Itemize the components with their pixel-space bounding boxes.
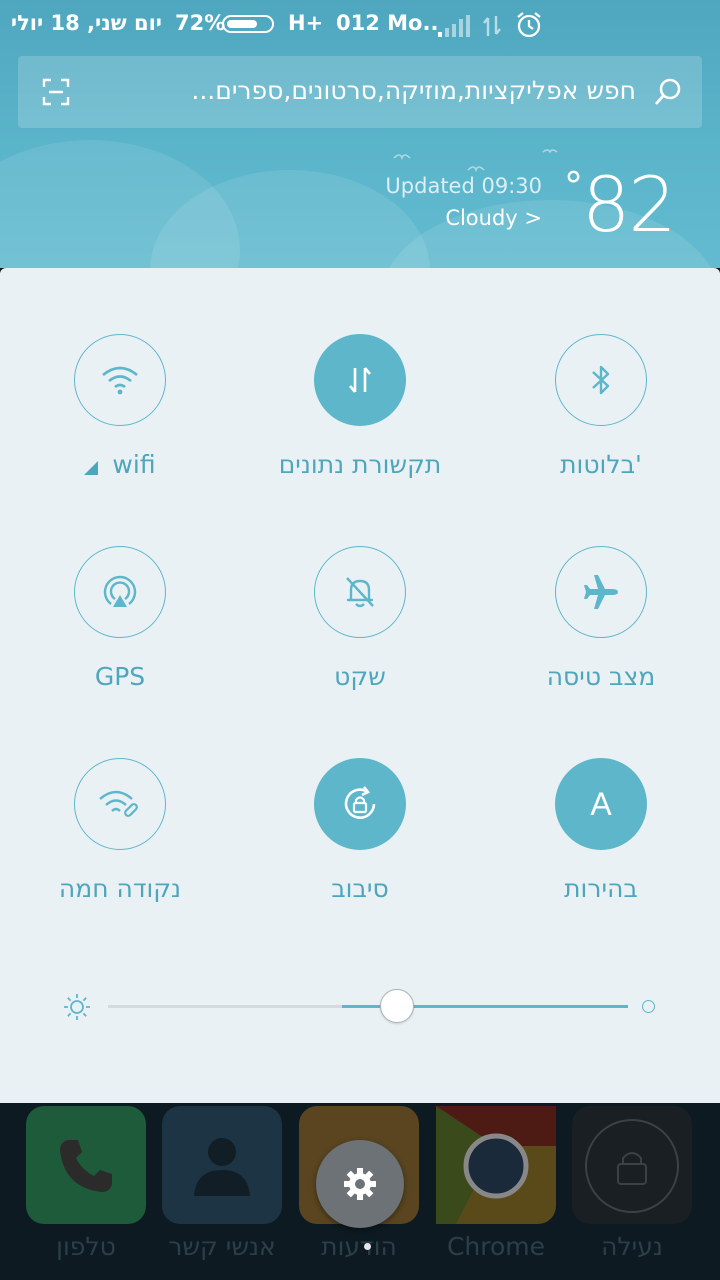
dock-label: אנשי קשר <box>168 1232 276 1261</box>
hotspot-toggle[interactable] <box>74 758 166 850</box>
auto-brightness-toggle[interactable]: A <box>555 758 647 850</box>
airplane-toggle[interactable] <box>555 546 647 638</box>
data-transfer-icon <box>349 367 371 393</box>
weather-condition[interactable]: Cloudy > <box>445 206 542 230</box>
airplane-icon <box>584 575 618 609</box>
auto-brightness-icon: A <box>590 785 612 822</box>
chrome-icon <box>436 1106 556 1224</box>
rotation-lock-icon <box>344 786 376 819</box>
tile-label-mobile-data: תקשורת נתונים <box>278 450 442 479</box>
dock-icon-contacts[interactable] <box>162 1106 282 1224</box>
hotspot-icon <box>99 790 138 817</box>
tile-label-gps: GPS <box>94 662 146 691</box>
gps-icon <box>103 575 137 607</box>
settings-button[interactable] <box>316 1140 404 1228</box>
quick-settings-panel: wifi תקשורת נתונים בלוטות' GPS שקט מצב ט… <box>0 268 720 1103</box>
tile-label-wifi: wifi <box>112 450 156 479</box>
bell-muted-icon <box>346 577 374 608</box>
battery-icon <box>222 15 274 33</box>
status-date: יום שני, 18 יולי <box>10 11 162 35</box>
lock-icon <box>585 1119 679 1213</box>
tile-brightness[interactable]: A בהירות <box>481 758 720 903</box>
contacts-icon <box>194 1138 250 1196</box>
tile-mobile-data[interactable]: תקשורת נתונים <box>240 334 480 479</box>
gps-toggle[interactable] <box>74 546 166 638</box>
signal-icon <box>438 15 470 37</box>
weather-header: יום שני, 18 יולי 72% H+ 012 Mo.. חפש אפל… <box>0 0 720 268</box>
wifi-icon <box>102 366 138 395</box>
tile-hotspot[interactable]: נקודה חמה <box>0 758 240 903</box>
wifi-expand-icon[interactable] <box>84 461 99 475</box>
dock-icon-lock[interactable] <box>572 1106 692 1224</box>
brightness-slider[interactable] <box>108 1005 628 1008</box>
search-icon[interactable] <box>652 76 684 108</box>
tile-silent[interactable]: שקט <box>240 546 480 691</box>
tile-label-rotation: סיבוב <box>331 874 389 903</box>
dock-label: נעילה <box>601 1232 663 1261</box>
tile-gps[interactable]: GPS <box>0 546 240 691</box>
gear-icon <box>344 1168 376 1200</box>
tile-bluetooth[interactable]: בלוטות' <box>481 334 720 479</box>
search-bar[interactable]: חפש אפליקציות,מוזיקה,סרטונים,ספרים... <box>18 56 702 128</box>
dock-icon-phone[interactable] <box>26 1106 146 1224</box>
tile-label-brightness: בהירות <box>564 874 638 903</box>
tile-label-silent: שקט <box>334 662 386 691</box>
page-indicator <box>364 1243 371 1250</box>
phone-icon <box>60 1140 112 1192</box>
tile-label-hotspot: נקודה חמה <box>58 874 182 903</box>
mobile-data-toggle[interactable] <box>314 334 406 426</box>
bluetooth-icon <box>592 365 610 395</box>
tile-label-bluetooth: בלוטות' <box>560 450 642 479</box>
dock-label: הודעות <box>321 1232 397 1261</box>
data-activity-icon <box>483 16 501 36</box>
brightness-high-icon <box>642 1000 655 1013</box>
degree-symbol: ° <box>564 164 583 208</box>
tile-rotation[interactable]: סיבוב <box>240 758 480 903</box>
rotation-toggle[interactable] <box>314 758 406 850</box>
carrier-name: 012 Mo.. <box>336 11 439 35</box>
bluetooth-toggle[interactable] <box>555 334 647 426</box>
temperature[interactable]: 82 <box>582 160 677 249</box>
silent-toggle[interactable] <box>314 546 406 638</box>
dock-icon-chrome[interactable] <box>436 1106 556 1224</box>
alarm-icon <box>517 12 541 38</box>
dock-label: Chrome <box>446 1232 546 1261</box>
tile-wifi[interactable]: wifi <box>0 334 240 479</box>
weather-updated: Updated 09:30 <box>385 174 542 198</box>
battery-percent: 72% <box>175 11 226 35</box>
tile-airplane[interactable]: מצב טיסה <box>481 546 720 691</box>
wifi-toggle[interactable] <box>74 334 166 426</box>
scan-icon[interactable] <box>42 78 70 106</box>
brightness-slider-thumb[interactable] <box>380 989 414 1023</box>
search-placeholder: חפש אפליקציות,מוזיקה,סרטונים,ספרים... <box>191 76 636 105</box>
network-type: H+ <box>288 11 324 35</box>
tile-label-airplane: מצב טיסה <box>546 662 656 691</box>
brightness-low-icon <box>64 994 90 1020</box>
dock-label: טלפון <box>56 1232 116 1261</box>
status-bar: יום שני, 18 יולי 72% H+ 012 Mo.. <box>0 0 720 50</box>
